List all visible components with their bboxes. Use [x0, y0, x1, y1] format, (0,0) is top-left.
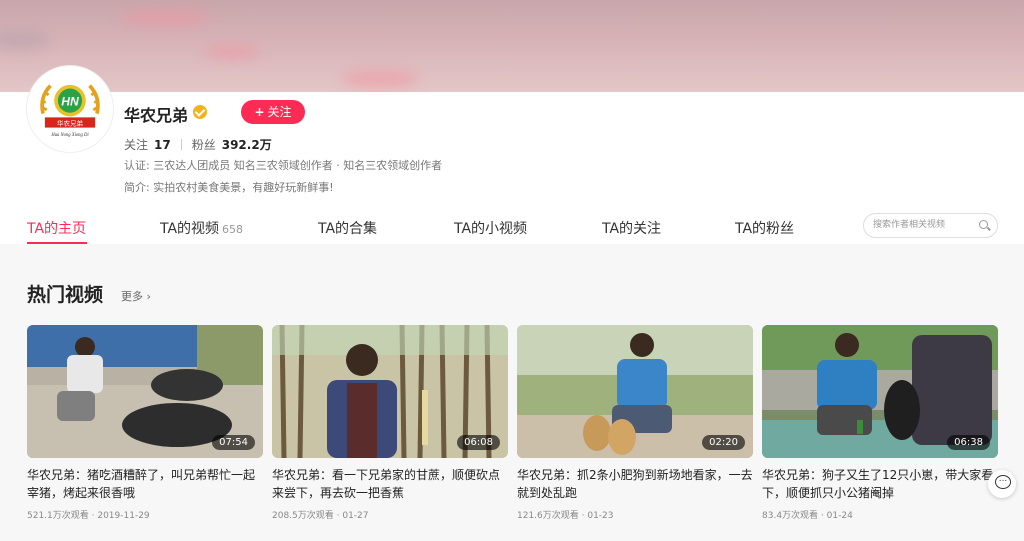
- video-card[interactable]: 02:20 华农兄弟：抓2条小肥狗到新场地看家，一去就到处乱跑 121.6万次观…: [517, 325, 753, 521]
- profile-stats: 关注 17 粉丝 392.2万: [124, 136, 272, 153]
- tab-videos[interactable]: TA的视频 658: [160, 218, 243, 238]
- video-meta: 521.1万次观看 · 2019-11-29: [27, 511, 150, 521]
- tab-collections[interactable]: TA的合集: [318, 218, 377, 238]
- avatar[interactable]: HN 华农兄弟 Hua Nong Xiong Di: [27, 66, 113, 152]
- svg-text:HN: HN: [61, 94, 79, 108]
- followers-stat[interactable]: 粉丝 392.2万: [192, 136, 272, 153]
- video-meta: 121.6万次观看 · 01-23: [517, 511, 614, 521]
- video-duration: 07:54: [212, 435, 255, 450]
- video-thumbnail[interactable]: 06:38: [762, 325, 998, 458]
- certification-text: 认证: 三农达人团成员 知名三农领域创作者 · 知名三农领域创作者: [124, 159, 443, 172]
- follow-button[interactable]: + 关注: [241, 100, 305, 124]
- video-duration: 06:08: [457, 435, 500, 450]
- video-card[interactable]: 07:54 华农兄弟：猪吃酒糟醉了，叫兄弟帮忙一起宰猪，烤起来很香哦 521.1…: [27, 325, 263, 521]
- svg-text:Hua Nong Xiong Di: Hua Nong Xiong Di: [50, 133, 89, 138]
- video-title[interactable]: 华农兄弟：看一下兄弟家的甘蔗，顺便砍点来尝下，再去砍一把香蕉: [272, 466, 508, 502]
- video-thumbnail[interactable]: 07:54: [27, 325, 263, 458]
- stats-divider: [180, 139, 182, 150]
- chat-icon[interactable]: [988, 470, 1016, 498]
- video-thumbnail[interactable]: 06:08: [272, 325, 508, 458]
- tab-following[interactable]: TA的关注: [602, 218, 661, 238]
- chevron-right-icon: ›: [146, 290, 151, 303]
- tab-home[interactable]: TA的主页: [27, 218, 86, 238]
- avatar-text: 华农兄弟: [57, 119, 83, 128]
- profile-name: 华农兄弟: [124, 106, 189, 125]
- main-content: 热门视频 更多 › 07:54 华农兄弟：猪吃酒糟醉了，叫兄弟帮忙一起宰猪，烤起: [0, 244, 1024, 541]
- section-title: 热门视频: [27, 284, 104, 306]
- video-title[interactable]: 华农兄弟：狗子又生了12只小崽，带大家看下，顺便抓只小公猪阉掉: [762, 466, 998, 502]
- video-meta: 83.4万次观看 · 01-24: [762, 511, 853, 521]
- plus-icon: +: [254, 105, 265, 119]
- verified-badge-icon: [193, 105, 207, 119]
- video-title[interactable]: 华农兄弟：猪吃酒糟醉了，叫兄弟帮忙一起宰猪，烤起来很香哦: [27, 466, 263, 502]
- search-input[interactable]: 搜索作者相关视频: [863, 213, 998, 238]
- profile-page: HN 华农兄弟 Hua Nong Xiong Di 华农兄弟 + 关注 关注 17 …: [0, 0, 1024, 541]
- video-card[interactable]: 06:08 华农兄弟：看一下兄弟家的甘蔗，顺便砍点来尝下，再去砍一把香蕉 208…: [272, 325, 508, 521]
- tab-short-videos[interactable]: TA的小视频: [454, 218, 527, 238]
- search-icon[interactable]: [979, 220, 988, 229]
- video-duration: 06:38: [947, 435, 990, 450]
- bio-text: 简介: 实拍农村美食美景，有趣好玩新鲜事!: [124, 181, 334, 194]
- avatar-logo-image: HN 华农兄弟 Hua Nong Xiong Di: [30, 69, 110, 149]
- following-stat[interactable]: 关注 17: [124, 136, 171, 153]
- video-duration: 02:20: [702, 435, 745, 450]
- more-link[interactable]: 更多 ›: [121, 288, 151, 304]
- tab-followers[interactable]: TA的粉丝: [735, 218, 794, 238]
- video-thumbnail[interactable]: 02:20: [517, 325, 753, 458]
- video-title[interactable]: 华农兄弟：抓2条小肥狗到新场地看家，一去就到处乱跑: [517, 466, 753, 502]
- video-meta: 208.5万次观看 · 01-27: [272, 511, 369, 521]
- profile-banner: [0, 0, 1024, 92]
- video-card[interactable]: 06:38 华农兄弟：狗子又生了12只小崽，带大家看下，顺便抓只小公猪阉掉 83…: [762, 325, 998, 521]
